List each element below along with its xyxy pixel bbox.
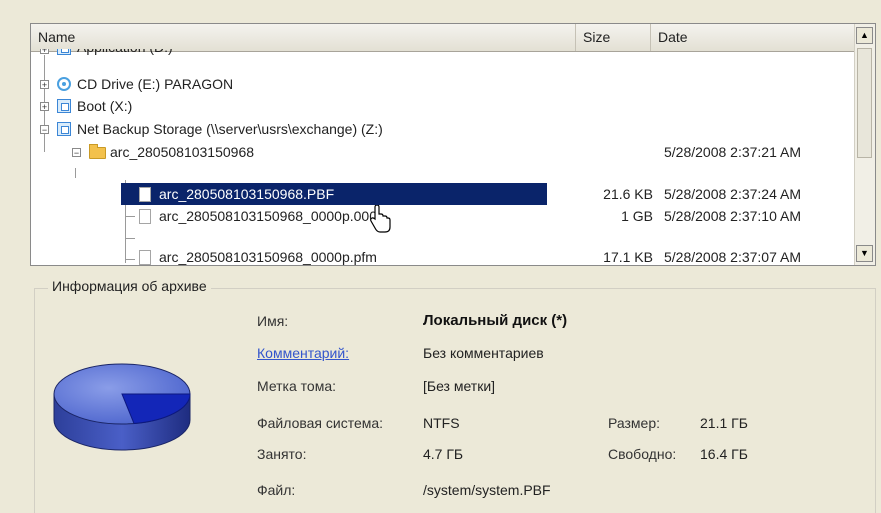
collapse-icon[interactable]: − (72, 148, 81, 158)
folder-icon (89, 144, 106, 159)
tree-row-label: arc_280508103150968_0000p.000 (159, 208, 377, 224)
tree-guide-line (125, 238, 135, 239)
vertical-scrollbar[interactable]: ▲ ▼ (854, 24, 875, 265)
disk-usage-pie-icon (53, 363, 191, 451)
file-value: /system/system.PBF (423, 482, 551, 498)
scrollbar-thumb[interactable] (857, 48, 872, 158)
tree-row-net-backup-storage[interactable]: − Net Backup Storage (\\server\usrs\exch… (38, 118, 578, 140)
tree-row-pbf-file[interactable]: arc_280508103150968.PBF 21.6 KB 5/28/200… (137, 183, 849, 205)
size-label: Размер: (608, 415, 661, 431)
filesystem-label: Файловая система: (257, 415, 384, 431)
file-icon (139, 250, 151, 265)
tree-row-label: Boot (X:) (77, 98, 133, 114)
tree-guide-line (125, 216, 135, 217)
drive-icon (57, 122, 71, 136)
expand-icon[interactable]: + (40, 49, 49, 55)
row-date: 5/28/2008 2:37:07 AM (664, 249, 801, 265)
tree-row-pfm-file[interactable]: arc_280508103150968_0000p.pfm 17.1 KB 5/… (137, 248, 849, 265)
tree-row-cd-drive[interactable]: + CD Drive (E:) PARAGON (38, 73, 578, 95)
collapse-icon[interactable]: − (40, 125, 49, 135)
comment-link[interactable]: Комментарий: (257, 345, 349, 361)
comment-value: Без комментариев (423, 345, 544, 361)
drive-icon (57, 99, 71, 113)
scroll-up-button[interactable]: ▲ (856, 27, 873, 44)
mouse-pointer-icon (370, 205, 391, 233)
size-value: 21.1 ГБ (700, 415, 748, 431)
name-value: Локальный диск (*) (423, 312, 568, 329)
column-header-size[interactable]: Size (576, 24, 651, 51)
scroll-down-button[interactable]: ▼ (856, 245, 873, 262)
used-value: 4.7 ГБ (423, 446, 464, 462)
tree-row-archive-folder[interactable]: − arc_280508103150968 5/28/2008 2:37:21 … (70, 141, 850, 163)
tree-row-boot-drive[interactable]: + Boot (X:) (38, 95, 578, 117)
tree-row-label: arc_280508103150968_0000p.pfm (159, 249, 377, 265)
column-header-date[interactable]: Date (651, 24, 857, 51)
row-date: 5/28/2008 2:37:10 AM (664, 208, 801, 224)
row-date: 5/28/2008 2:37:24 AM (664, 186, 801, 202)
archive-info-title: Информация об архиве (48, 278, 211, 294)
cd-drive-icon (57, 77, 71, 91)
expand-icon[interactable]: + (40, 80, 49, 90)
arrow-down-icon: ▼ (860, 248, 869, 258)
column-header-name[interactable]: Name (31, 24, 576, 51)
tree-row-application-drive[interactable]: + Application (D:) (38, 49, 578, 59)
free-label: Свободно: (608, 446, 677, 462)
row-size: 17.1 KB (603, 249, 653, 265)
drive-icon (57, 49, 71, 55)
free-value: 16.4 ГБ (700, 446, 748, 462)
file-label: Файл: (257, 482, 296, 498)
tree-row-label: Application (D:) (77, 49, 173, 58)
volume-label-label: Метка тома: (257, 378, 337, 394)
row-size: 21.6 KB (603, 186, 653, 202)
filesystem-value: NTFS (423, 415, 460, 431)
tree-row-label: arc_280508103150968.PBF (159, 186, 335, 202)
tree-guide-line (75, 168, 76, 178)
tree-guide-line (125, 259, 135, 260)
used-label: Занято: (257, 446, 307, 462)
name-label: Имя: (257, 313, 289, 329)
file-icon (139, 209, 151, 224)
tree-row-000-file[interactable]: arc_280508103150968_0000p.000 1 GB 5/28/… (137, 205, 849, 227)
tree-row-label: CD Drive (E:) PARAGON (77, 76, 234, 92)
tree-row-label: arc_280508103150968 (110, 144, 255, 160)
file-icon (139, 187, 151, 202)
tree-row-label: Net Backup Storage (\\server\usrs\exchan… (77, 121, 383, 137)
expand-icon[interactable]: + (40, 102, 49, 112)
column-header-row: Name Size Date (31, 24, 857, 52)
arrow-up-icon: ▲ (860, 30, 869, 40)
volume-label-value: [Без метки] (423, 378, 496, 394)
row-size: 1 GB (621, 208, 653, 224)
row-date: 5/28/2008 2:37:21 AM (664, 144, 801, 160)
